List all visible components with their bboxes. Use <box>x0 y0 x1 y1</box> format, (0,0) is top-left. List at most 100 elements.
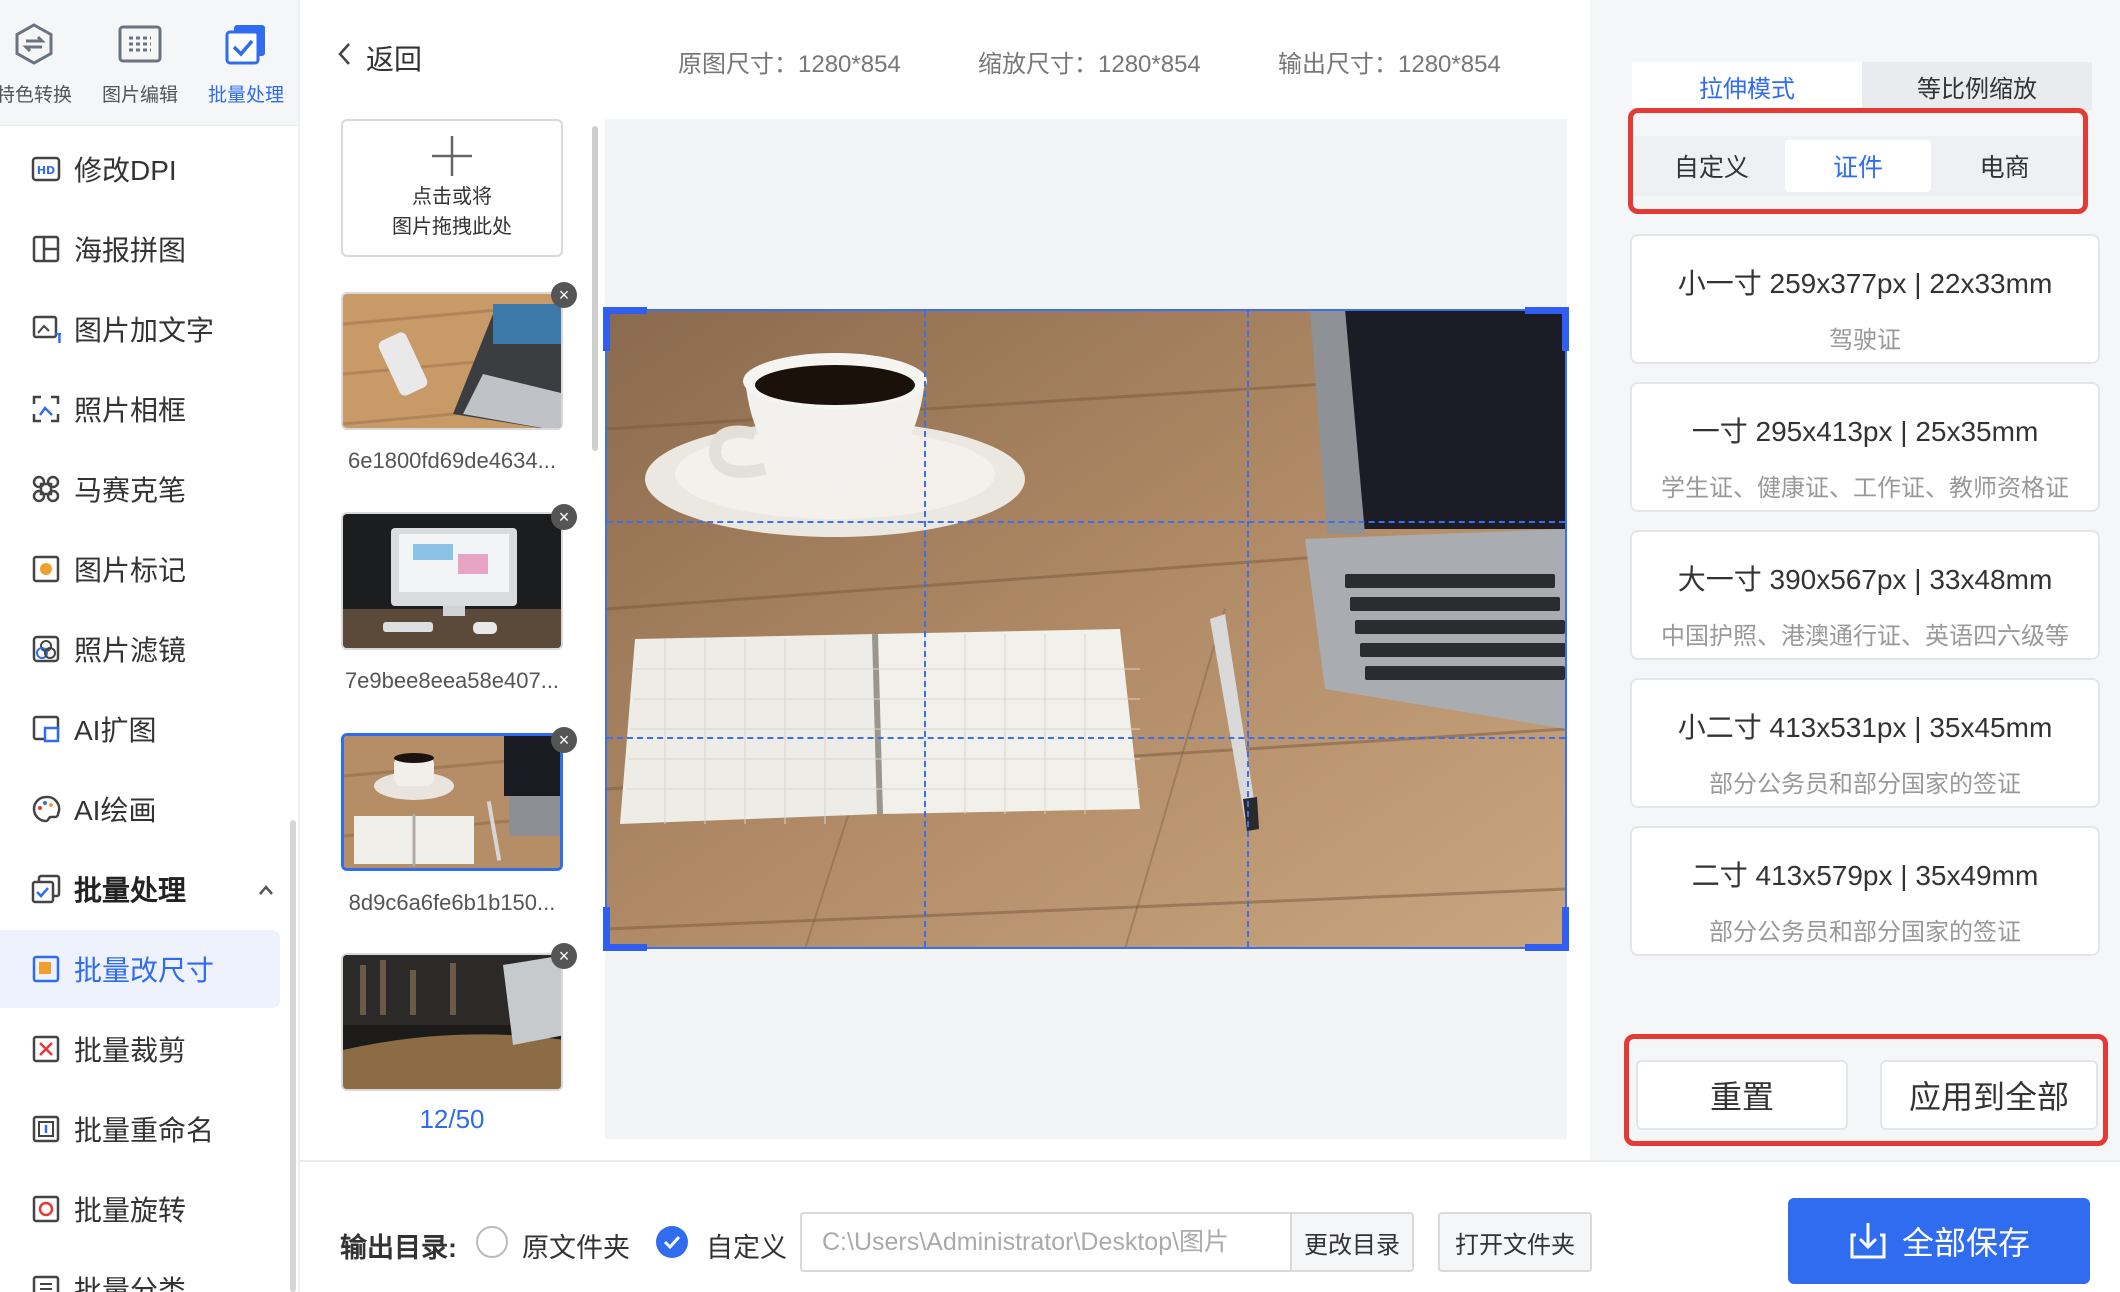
tab-feature-convert[interactable]: 特色转换 <box>0 20 84 120</box>
plus-icon <box>430 134 474 182</box>
back-label: 返回 <box>366 44 423 75</box>
preset-card-small-one-inch[interactable]: 小一寸 259x377px | 22x33mm 驾驶证 <box>1630 234 2100 364</box>
grid-line-v1 <box>924 311 926 947</box>
sidebar-item-label: 批量处理 <box>74 875 187 906</box>
sidebar-item-label: 照片相框 <box>74 395 187 426</box>
highlight-box <box>1624 1034 2108 1146</box>
sidebar-item-batch-classify[interactable]: 批量分类 <box>0 1250 280 1292</box>
batch-check-icon <box>222 20 270 68</box>
chevron-up-icon[interactable] <box>258 876 274 902</box>
sidebar-item-label: 批量裁剪 <box>74 1035 187 1066</box>
upload-hint-line2: 图片拖拽此处 <box>392 216 512 238</box>
sidebar-item-label: AI扩图 <box>74 715 157 746</box>
save-all-label: 全部保存 <box>1901 1225 2030 1261</box>
sidebar-item-batch-rename[interactable]: 批量重命名 <box>0 1090 280 1168</box>
sidebar-item-poster[interactable]: 海报拼图 <box>0 210 280 288</box>
sidebar-group-batch[interactable]: 批量处理 <box>0 850 280 928</box>
preset-title: 小二寸 413x531px | 35x45mm <box>1677 712 2053 743</box>
grid-line-v2 <box>1247 311 1249 947</box>
batch-icon <box>30 873 62 905</box>
preset-title: 二寸 413x579px | 35x49mm <box>1691 860 2039 891</box>
crop-handle-top-left[interactable] <box>603 307 647 351</box>
thumbnail-image[interactable] <box>341 953 563 1091</box>
crop-icon <box>30 1033 62 1065</box>
sidebar-item-label: 批量改尺寸 <box>74 955 215 986</box>
image-edit-icon <box>116 20 164 68</box>
collage-icon <box>30 233 62 265</box>
sidebar-item-ai-draw[interactable]: AI绘画 <box>0 770 280 848</box>
crop-handle-top-right[interactable] <box>1525 307 1569 351</box>
hd-icon: HD <box>30 153 62 185</box>
close-icon[interactable]: × <box>551 504 577 530</box>
sidebar-top-tabs: 特色转换 图片编辑 批量处理 <box>0 0 300 126</box>
change-directory-button[interactable]: 更改目录 <box>1290 1212 1414 1272</box>
image-text-icon: T <box>30 313 62 345</box>
chevron-left-icon <box>336 41 352 75</box>
tab-image-edit[interactable]: 图片编辑 <box>90 20 190 120</box>
close-icon[interactable]: × <box>551 282 577 308</box>
sidebar-item-label: 批量重命名 <box>74 1115 215 1146</box>
tab-batch[interactable]: 批量处理 <box>196 20 296 120</box>
sidebar-item-label: 照片滤镜 <box>74 635 187 666</box>
preset-card-one-inch[interactable]: 一寸 295x413px | 25x35mm 学生证、健康证、工作证、教师资格证 <box>1630 382 2100 512</box>
output-size-text: 输出尺寸：1280*854 <box>1278 51 1501 78</box>
mark-icon <box>30 553 62 585</box>
sidebar: 特色转换 图片编辑 批量处理 HD 修改DPI 海报拼图 T 图片加文字 照片相… <box>0 0 300 1292</box>
thumbnail-scrollbar[interactable] <box>592 126 598 451</box>
output-path-input[interactable]: C:\Users\Administrator\Desktop\图片 <box>800 1212 1292 1272</box>
sidebar-item-label: 批量旋转 <box>74 1195 187 1226</box>
sidebar-item-label: 修改DPI <box>74 155 177 186</box>
grid-line-h1 <box>607 521 1565 523</box>
thumbnail-image[interactable] <box>341 292 563 430</box>
hexagon-convert-icon <box>10 20 58 68</box>
sidebar-item-frame[interactable]: 照片相框 <box>0 370 280 448</box>
tab-proportional-scale[interactable]: 等比例缩放 <box>1862 62 2092 110</box>
output-dir-label: 输出目录: <box>340 1233 457 1263</box>
sidebar-item-dpi[interactable]: HD 修改DPI <box>0 130 280 208</box>
close-icon[interactable]: × <box>551 943 577 969</box>
resize-icon <box>30 953 62 985</box>
sidebar-item-batch-crop[interactable]: 批量裁剪 <box>0 1010 280 1088</box>
sidebar-item-label: 批量分类 <box>74 1275 187 1292</box>
preset-card-two-inch[interactable]: 二寸 413x579px | 35x49mm 部分公务员和部分国家的签证 <box>1630 826 2100 956</box>
sidebar-divider <box>298 0 300 1292</box>
download-icon <box>1848 1221 1888 1261</box>
sidebar-item-text[interactable]: T 图片加文字 <box>0 290 280 368</box>
preset-description: 学生证、健康证、工作证、教师资格证 <box>1661 475 2069 502</box>
crop-handle-bottom-left[interactable] <box>603 907 647 951</box>
radio-custom-folder[interactable] <box>656 1226 688 1258</box>
rename-icon <box>30 1113 62 1145</box>
back-button[interactable]: 返回 <box>336 38 422 78</box>
close-icon[interactable]: × <box>551 727 577 753</box>
classify-icon <box>30 1273 62 1292</box>
sidebar-item-mosaic[interactable]: 马赛克笔 <box>0 450 280 528</box>
sidebar-item-batch-rotate[interactable]: 批量旋转 <box>0 1170 280 1248</box>
sidebar-item-label: 图片加文字 <box>74 315 215 346</box>
preset-title: 一寸 295x413px | 25x35mm <box>1691 416 2039 447</box>
grid-line-h2 <box>607 737 1565 739</box>
thumbnail-image-selected[interactable] <box>341 733 563 871</box>
crop-frame[interactable] <box>603 307 1569 951</box>
save-all-button[interactable]: 全部保存 <box>1788 1198 2090 1284</box>
sidebar-item-ai-expand[interactable]: AI扩图 <box>0 690 280 768</box>
sidebar-item-mark[interactable]: 图片标记 <box>0 530 280 608</box>
tab-stretch-mode[interactable]: 拉伸模式 <box>1632 62 1862 110</box>
svg-text:T: T <box>55 332 61 344</box>
sidebar-item-batch-resize[interactable]: 批量改尺寸 <box>0 930 280 1008</box>
preset-card-small-two-inch[interactable]: 小二寸 413x531px | 35x45mm 部分公务员和部分国家的签证 <box>1630 678 2100 808</box>
sidebar-item-label: 海报拼图 <box>74 235 187 266</box>
open-folder-button[interactable]: 打开文件夹 <box>1438 1212 1592 1272</box>
filter-icon <box>30 633 62 665</box>
mosaic-icon <box>30 473 62 505</box>
scaled-size-text: 缩放尺寸：1280*854 <box>978 51 1201 78</box>
palette-icon <box>30 793 62 825</box>
preset-description: 中国护照、港澳通行证、英语四六级等 <box>1661 623 2069 650</box>
sidebar-scrollbar[interactable] <box>290 820 296 1292</box>
sidebar-item-label: 马赛克笔 <box>74 475 187 506</box>
preset-card-large-one-inch[interactable]: 大一寸 390x567px | 33x48mm 中国护照、港澳通行证、英语四六级… <box>1630 530 2100 660</box>
upload-dropzone[interactable]: 点击或将 图片拖拽此处 <box>341 119 563 257</box>
sidebar-item-filter[interactable]: 照片滤镜 <box>0 610 280 688</box>
thumbnail-image[interactable] <box>341 512 563 650</box>
radio-original-folder[interactable] <box>476 1226 508 1258</box>
crop-handle-bottom-right[interactable] <box>1525 907 1569 951</box>
